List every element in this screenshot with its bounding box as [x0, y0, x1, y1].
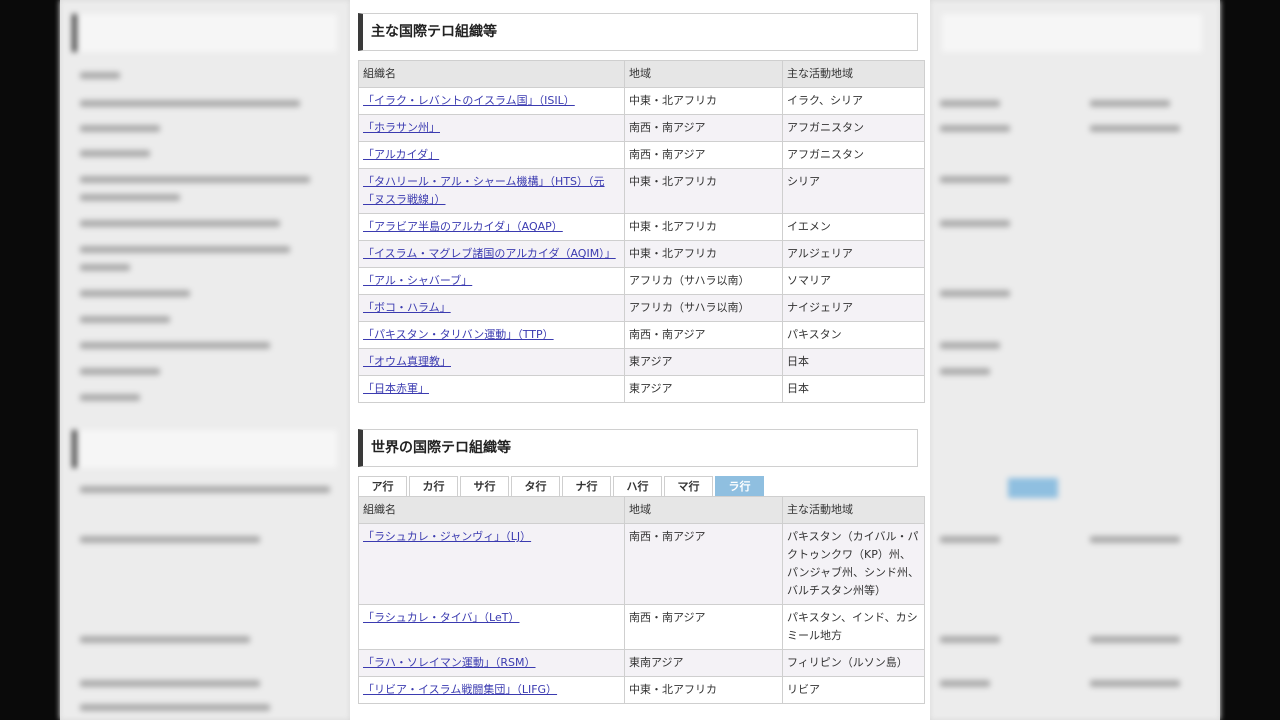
- area-cell: フィリピン（ルソン島）: [782, 649, 925, 677]
- org-link[interactable]: 「ラシュカレ・ジャンヴィ」（LJ）: [363, 530, 531, 543]
- area-cell: シリア: [782, 168, 925, 214]
- right-black-bar: [1220, 0, 1280, 720]
- region-cell: 中東・北アフリカ: [624, 676, 783, 704]
- table-row: 「パキスタン・タリバン運動」（TTP） 南西・南アジア パキスタン: [358, 321, 925, 349]
- table-row: 「アラビア半島のアルカイダ」（AQAP） 中東・北アフリカ イエメン: [358, 213, 925, 241]
- region-cell: 中東・北アフリカ: [624, 213, 783, 241]
- tab-na-row[interactable]: ナ行: [562, 476, 611, 496]
- header-activity-area: 主な活動地域: [782, 60, 925, 88]
- area-cell: パキスタン（カイバル・パクトゥンクワ（KP）州、パンジャブ州、シンド州、バルチス…: [782, 523, 925, 605]
- section-heading-major-groups: 主な国際テロ組織等: [358, 13, 918, 51]
- org-link[interactable]: 「ラシュカレ・タイバ」（LeT）: [363, 611, 519, 624]
- table-row: 「アル・シャバーブ」 アフリカ（サハラ以南） ソマリア: [358, 267, 925, 295]
- region-cell: 東アジア: [624, 348, 783, 376]
- blurred-background-right: [930, 0, 1220, 720]
- org-link[interactable]: 「パキスタン・タリバン運動」（TTP）: [363, 328, 554, 341]
- area-cell: リビア: [782, 676, 925, 704]
- org-link[interactable]: 「イラク・レバントのイスラム国」（ISIL）: [363, 94, 575, 107]
- tab-ka-row[interactable]: カ行: [409, 476, 458, 496]
- tab-a-row[interactable]: ア行: [358, 476, 407, 496]
- table-row: 「日本赤軍」 東アジア 日本: [358, 375, 925, 403]
- org-link[interactable]: 「ラハ・ソレイマン運動」（RSM）: [363, 656, 536, 669]
- table-row: 「ラシュカレ・ジャンヴィ」（LJ） 南西・南アジア パキスタン（カイバル・パクト…: [358, 523, 925, 605]
- region-cell: アフリカ（サハラ以南）: [624, 294, 783, 322]
- left-black-bar: [0, 0, 60, 720]
- region-cell: 東南アジア: [624, 649, 783, 677]
- table-header-row: 組織名 地域 主な活動地域: [358, 496, 925, 524]
- org-link[interactable]: 「日本赤軍」: [363, 382, 429, 395]
- kana-tab-bar: ア行 カ行 サ行 タ行 ナ行 ハ行 マ行 ラ行: [358, 476, 764, 496]
- header-activity-area: 主な活動地域: [782, 496, 925, 524]
- area-cell: パキスタン: [782, 321, 925, 349]
- main-panel: 主な国際テロ組織等 組織名 地域 主な活動地域 「イラク・レバントのイスラム国」…: [350, 0, 930, 720]
- tab-ta-row[interactable]: タ行: [511, 476, 560, 496]
- area-cell: アルジェリア: [782, 240, 925, 268]
- org-link[interactable]: 「アラビア半島のアルカイダ」（AQAP）: [363, 220, 563, 233]
- area-cell: ナイジェリア: [782, 294, 925, 322]
- header-region: 地域: [624, 60, 783, 88]
- region-cell: アフリカ（サハラ以南）: [624, 267, 783, 295]
- header-org-name: 組織名: [358, 60, 625, 88]
- world-groups-table: 組織名 地域 主な活動地域 「ラシュカレ・ジャンヴィ」（LJ） 南西・南アジア …: [358, 496, 925, 704]
- table-header-row: 組織名 地域 主な活動地域: [358, 60, 925, 88]
- area-cell: イエメン: [782, 213, 925, 241]
- tab-ra-row[interactable]: ラ行: [715, 476, 764, 496]
- tab-sa-row[interactable]: サ行: [460, 476, 509, 496]
- org-link[interactable]: 「リビア・イスラム戦闘集団」（LIFG）: [363, 683, 557, 696]
- table-row: 「イラク・レバントのイスラム国」（ISIL） 中東・北アフリカ イラク、シリア: [358, 87, 925, 115]
- region-cell: 中東・北アフリカ: [624, 240, 783, 268]
- org-link[interactable]: 「ホラサン州」: [363, 121, 440, 134]
- region-cell: 南西・南アジア: [624, 604, 783, 650]
- area-cell: ソマリア: [782, 267, 925, 295]
- tab-ma-row[interactable]: マ行: [664, 476, 713, 496]
- area-cell: アフガニスタン: [782, 141, 925, 169]
- area-cell: イラク、シリア: [782, 87, 925, 115]
- org-link[interactable]: 「ボコ・ハラム」: [363, 301, 451, 314]
- table-row: 「ラハ・ソレイマン運動」（RSM） 東南アジア フィリピン（ルソン島）: [358, 649, 925, 677]
- tab-ha-row[interactable]: ハ行: [613, 476, 662, 496]
- org-link[interactable]: 「アルカイダ」: [363, 148, 439, 161]
- table-row: 「アルカイダ」 南西・南アジア アフガニスタン: [358, 141, 925, 169]
- org-link[interactable]: 「アル・シャバーブ」: [363, 274, 472, 287]
- table-row: 「ホラサン州」 南西・南アジア アフガニスタン: [358, 114, 925, 142]
- org-link[interactable]: 「タハリール・アル・シャーム機構」（HTS）（元「ヌスラ戦線」）: [363, 175, 605, 206]
- header-region: 地域: [624, 496, 783, 524]
- table-row: 「イスラム・マグレブ諸国のアルカイダ（AQIM）」 中東・北アフリカ アルジェリ…: [358, 240, 925, 268]
- area-cell: パキスタン、インド、カシミール地方: [782, 604, 925, 650]
- header-org-name: 組織名: [358, 496, 625, 524]
- region-cell: 南西・南アジア: [624, 114, 783, 142]
- area-cell: 日本: [782, 348, 925, 376]
- region-cell: 東アジア: [624, 375, 783, 403]
- table-row: 「ラシュカレ・タイバ」（LeT） 南西・南アジア パキスタン、インド、カシミール…: [358, 604, 925, 650]
- table-row: 「リビア・イスラム戦闘集団」（LIFG） 中東・北アフリカ リビア: [358, 676, 925, 704]
- table-row: 「ボコ・ハラム」 アフリカ（サハラ以南） ナイジェリア: [358, 294, 925, 322]
- region-cell: 南西・南アジア: [624, 321, 783, 349]
- region-cell: 南西・南アジア: [624, 523, 783, 605]
- region-cell: 中東・北アフリカ: [624, 87, 783, 115]
- section-heading-world-groups: 世界の国際テロ組織等: [358, 429, 918, 467]
- table-row: 「タハリール・アル・シャーム機構」（HTS）（元「ヌスラ戦線」） 中東・北アフリ…: [358, 168, 925, 214]
- region-cell: 南西・南アジア: [624, 141, 783, 169]
- org-link[interactable]: 「イスラム・マグレブ諸国のアルカイダ（AQIM）」: [363, 247, 616, 260]
- area-cell: アフガニスタン: [782, 114, 925, 142]
- org-link[interactable]: 「オウム真理教」: [363, 355, 451, 368]
- region-cell: 中東・北アフリカ: [624, 168, 783, 214]
- area-cell: 日本: [782, 375, 925, 403]
- blurred-background-left: [60, 0, 350, 720]
- table-row: 「オウム真理教」 東アジア 日本: [358, 348, 925, 376]
- major-groups-table: 組織名 地域 主な活動地域 「イラク・レバントのイスラム国」（ISIL） 中東・…: [358, 60, 925, 403]
